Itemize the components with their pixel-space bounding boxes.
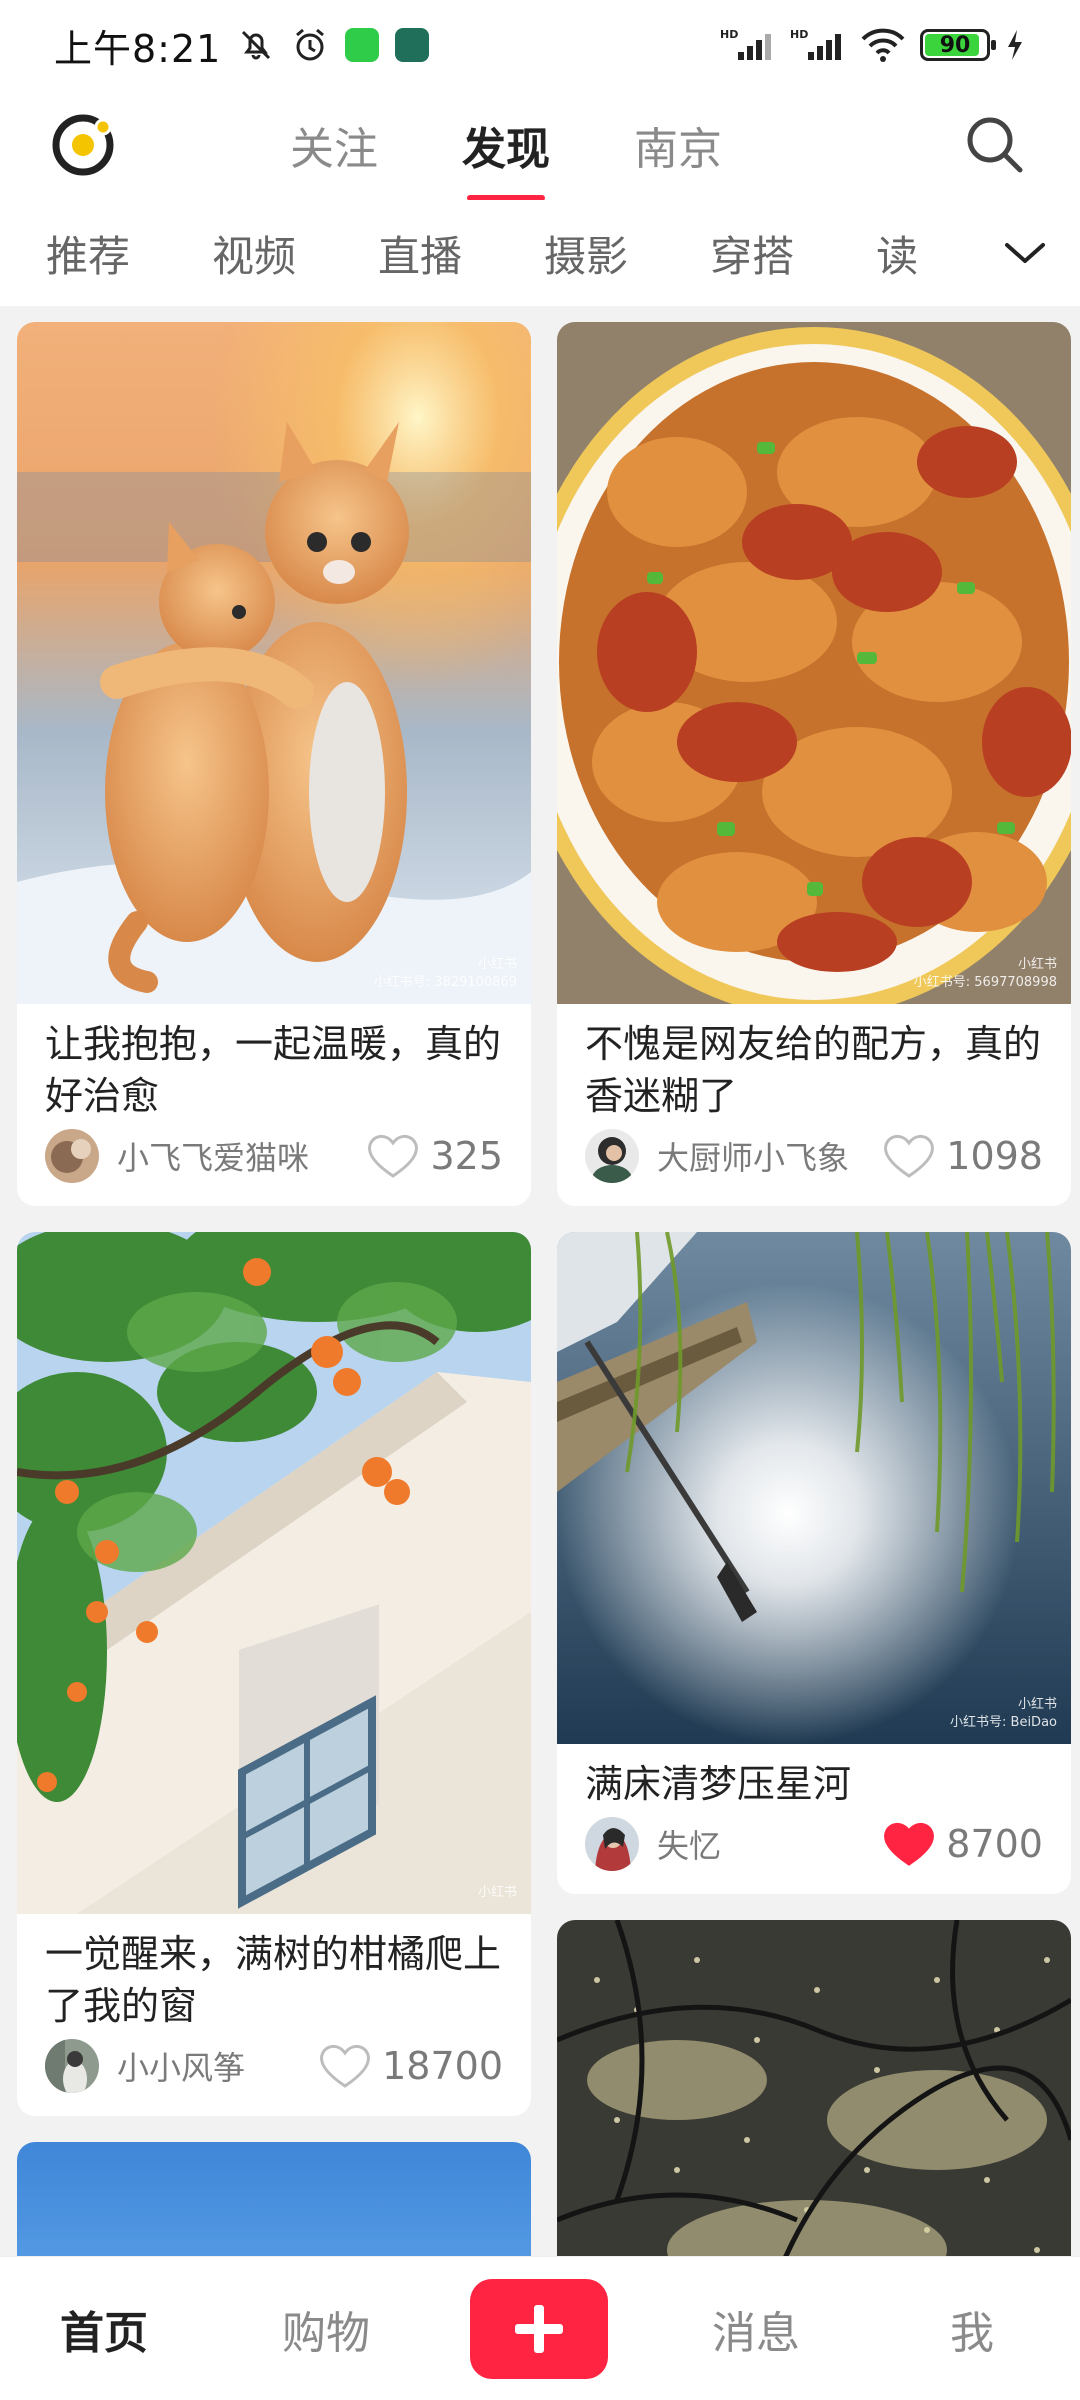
note-title[interactable]: 一觉醒来，满树的柑橘爬上了我的窗 <box>17 1914 531 2032</box>
author-name[interactable]: 小小风筝 <box>117 2043 318 2089</box>
note-card[interactable]: 小红书 一觉醒来，满树的柑橘爬上了我的窗 小小风筝 18700 <box>17 1232 531 2116</box>
watermark-brand: 小红书 <box>1017 956 1057 972</box>
watermark-id: 小红书号: BeiDao <box>950 1714 1057 1730</box>
tab-local[interactable]: 南京 <box>634 113 722 177</box>
category-bar: 推荐 视频 直播 摄影 穿搭 读 <box>0 200 1080 306</box>
avatar[interactable] <box>45 1129 99 1183</box>
author-name[interactable]: 小飞飞爱猫咪 <box>117 1133 366 1179</box>
nav-home[interactable]: 首页 <box>60 2257 148 2400</box>
plus-icon <box>515 2305 563 2353</box>
search-icon[interactable] <box>962 112 1028 178</box>
category-live[interactable]: 直播 <box>378 223 462 284</box>
avatar[interactable] <box>585 1817 639 1871</box>
like-count: 325 <box>430 1134 503 1178</box>
watermark: 小红书 小红书号: BeiDao <box>950 1696 1057 1732</box>
note-title[interactable]: 满床清梦压星河 <box>557 1744 1071 1810</box>
signal-hd-icon: HD <box>720 26 776 64</box>
note-meta: 大厨师小飞象 1098 <box>557 1122 1071 1206</box>
svg-text:HD: HD <box>720 28 738 41</box>
note-title[interactable]: 让我抱抱，一起温暖，真的好治愈 <box>17 1004 531 1122</box>
app-notification-icon <box>395 28 430 62</box>
like-button[interactable]: 18700 <box>318 2042 503 2090</box>
author-name[interactable]: 失忆 <box>657 1821 882 1867</box>
watermark: 小红书 <box>478 1884 517 1902</box>
nav-messages[interactable]: 消息 <box>712 2257 800 2400</box>
watermark-brand: 小红书 <box>477 1884 517 1900</box>
svg-text:HD: HD <box>790 28 808 41</box>
avatar[interactable] <box>585 1129 639 1183</box>
note-cover-sky[interactable] <box>17 2142 531 2256</box>
mute-icon <box>237 26 275 64</box>
wechat-notification-icon <box>345 28 380 62</box>
alarm-icon <box>291 26 329 64</box>
category-photography[interactable]: 摄影 <box>544 223 628 284</box>
status-time: 上午8:21 <box>54 26 222 71</box>
note-card[interactable]: 小红书 小红书号: 5697708998 不愧是网友给的配方，真的香迷糊了 大厨… <box>557 322 1071 1206</box>
like-count: 18700 <box>382 2044 503 2088</box>
watermark-id: 小红书号: 3829100869 <box>373 974 517 990</box>
nav-me[interactable]: 我 <box>950 2257 994 2400</box>
tab-discover[interactable]: 发现 <box>462 113 550 177</box>
chevron-down-icon[interactable] <box>970 200 1080 306</box>
publish-button[interactable] <box>470 2279 608 2379</box>
category-recommend[interactable]: 推荐 <box>46 223 130 284</box>
top-tabs: 关注 发现 南京 <box>290 90 722 200</box>
watermark-brand: 小红书 <box>1017 1696 1057 1712</box>
note-meta: 小飞飞爱猫咪 325 <box>17 1122 531 1206</box>
note-cover-blossoms[interactable] <box>557 1920 1071 2256</box>
note-cover-food[interactable]: 小红书 小红书号: 5697708998 <box>557 322 1071 1004</box>
note-card[interactable]: 小红书 小红书号: 3829100869 让我抱抱，一起温暖，真的好治愈 小飞飞… <box>17 322 531 1206</box>
heart-icon <box>320 2045 371 2088</box>
avatar[interactable] <box>45 2039 99 2093</box>
ring-logo-icon[interactable] <box>48 110 118 180</box>
signal-hd-icon-2: HD <box>790 26 846 64</box>
like-button[interactable]: 325 <box>366 1132 503 1180</box>
category-video[interactable]: 视频 <box>212 223 296 284</box>
watermark-brand: 小红书 <box>477 956 517 972</box>
note-cover-lake[interactable]: 小红书 小红书号: BeiDao <box>557 1232 1071 1744</box>
tab-following[interactable]: 关注 <box>290 113 378 177</box>
note-cover-kittens[interactable]: 小红书 小红书号: 3829100869 <box>17 322 531 1004</box>
note-meta: 小小风筝 18700 <box>17 2032 531 2116</box>
charging-icon <box>1004 26 1026 64</box>
note-card[interactable] <box>557 1920 1071 2256</box>
battery-indicator: 90 <box>920 29 996 61</box>
like-count: 1098 <box>946 1134 1043 1178</box>
author-name[interactable]: 大厨师小飞象 <box>657 1133 882 1179</box>
note-card[interactable]: 小红书 小红书号: BeiDao 满床清梦压星河 失忆 8700 <box>557 1232 1071 1894</box>
watermark: 小红书 小红书号: 5697708998 <box>914 956 1057 992</box>
category-reading[interactable]: 读 <box>876 223 918 284</box>
wifi-icon <box>860 26 906 64</box>
top-nav: 关注 发现 南京 <box>0 90 1080 200</box>
like-count: 8700 <box>946 1822 1043 1866</box>
heart-icon <box>368 1135 419 1178</box>
category-outfit[interactable]: 穿搭 <box>710 223 794 284</box>
like-button[interactable]: 8700 <box>882 1820 1043 1868</box>
heart-icon <box>884 1823 935 1866</box>
note-meta: 失忆 8700 <box>557 1810 1071 1894</box>
heart-icon <box>884 1135 935 1178</box>
battery-text: 90 <box>939 32 971 58</box>
nav-shopping[interactable]: 购物 <box>282 2257 370 2400</box>
note-card[interactable] <box>17 2142 531 2256</box>
feed: 小红书 小红书号: 3829100869 让我抱抱，一起温暖，真的好治愈 小飞飞… <box>0 306 1080 2256</box>
watermark: 小红书 小红书号: 3829100869 <box>374 956 517 992</box>
status-bar: 上午8:21 HD HD 90 <box>0 0 1080 90</box>
like-button[interactable]: 1098 <box>882 1132 1043 1180</box>
watermark-id: 小红书号: 5697708998 <box>913 974 1057 990</box>
note-cover-orange-tree[interactable]: 小红书 <box>17 1232 531 1914</box>
bottom-nav: 首页 购物 消息 我 <box>0 2256 1080 2400</box>
note-title[interactable]: 不愧是网友给的配方，真的香迷糊了 <box>557 1004 1071 1122</box>
